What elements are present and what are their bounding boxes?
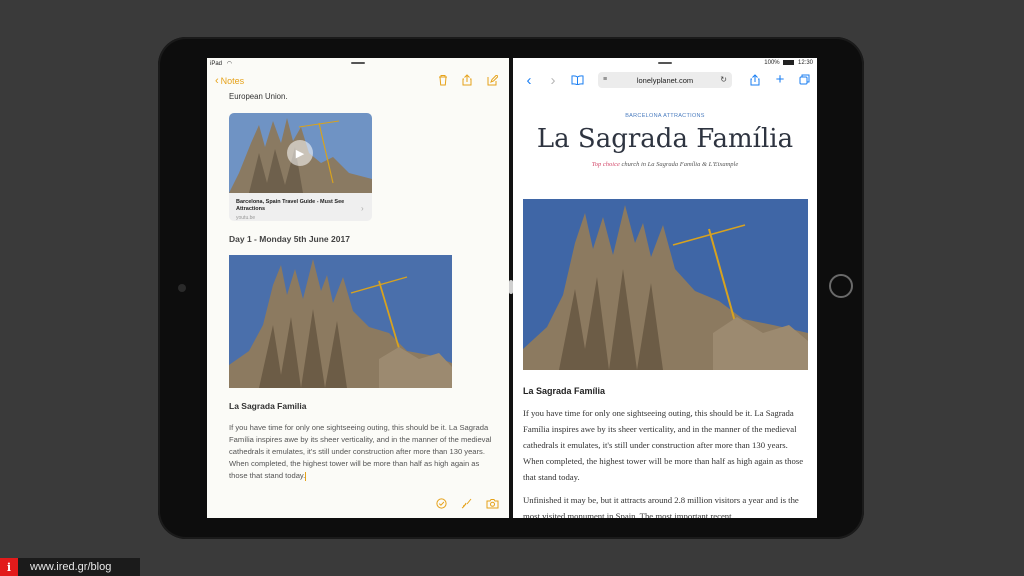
trash-icon[interactable] (437, 73, 449, 87)
battery-icon (783, 60, 795, 65)
section-heading: La Sagrada Familia (229, 401, 307, 411)
tagline-text: church in La Sagrada Família & L'Eixampl… (619, 161, 739, 168)
camera-icon[interactable] (485, 497, 499, 509)
link-card-source: youtu.be (236, 215, 256, 221)
note-intro-text: European Union. (229, 92, 288, 101)
safari-pane: 100% 12:30 ‹ › ≡ lonelyplanet.com ↻ + BA… (513, 58, 817, 518)
hero-image-sagrada-familia (523, 199, 808, 370)
forward-arrow-icon[interactable]: › (547, 72, 559, 89)
article-paragraph-2: Unfinished it may be, but it attracts ar… (523, 495, 799, 518)
tabs-overview-icon[interactable] (798, 73, 810, 85)
chevron-right-icon: › (361, 204, 364, 213)
notes-back-button[interactable]: ‹ Notes (215, 75, 244, 87)
battery-percent: 100% (764, 60, 780, 67)
compose-icon[interactable] (486, 73, 498, 87)
share-icon[interactable] (461, 73, 473, 87)
watermark-url: www.ired.gr/blog (30, 561, 112, 573)
share-icon[interactable] (749, 73, 761, 87)
ipad-screen: iPad ◠ ‹ Notes European Union. ▶ Barcelo… (207, 58, 817, 518)
text-cursor (305, 471, 307, 481)
link-card-title: Barcelona, Spain Travel Guide - Must See… (236, 199, 345, 212)
notes-back-label: Notes (220, 76, 245, 86)
article-paragraph-1: If you have time for only one sightseein… (523, 408, 804, 482)
clock-time: 12:30 (797, 60, 813, 67)
device-name: iPad (210, 61, 223, 67)
note-body-text: If you have time for only one sightseein… (229, 423, 492, 480)
article-kicker[interactable]: BARCELONA ATTRACTIONS (513, 113, 817, 119)
reload-icon[interactable]: ↻ (720, 75, 727, 84)
note-photo-sagrada-familia[interactable] (229, 255, 452, 388)
site-watermark: i www.ired.gr/blog (0, 558, 140, 576)
link-card[interactable]: ▶ Barcelona, Spain Travel Guide - Must S… (229, 113, 372, 221)
note-body[interactable]: If you have time for only one sightseein… (229, 422, 497, 482)
address-bar[interactable]: ≡ lonelyplanet.com ↻ (598, 72, 732, 88)
play-icon[interactable]: ▶ (287, 140, 313, 166)
back-arrow-icon[interactable]: ‹ (523, 72, 535, 89)
article-section-heading: La Sagrada Família (523, 386, 606, 396)
ired-logo: i (0, 558, 18, 576)
notes-pane: iPad ◠ ‹ Notes European Union. ▶ Barcelo… (207, 58, 509, 518)
status-bar-right: 100% 12:30 (764, 60, 813, 66)
url-text: lonelyplanet.com (636, 75, 694, 85)
article-tagline: Top choice church in La Sagrada Família … (513, 161, 817, 168)
status-bar-left: iPad ◠ (210, 60, 232, 67)
draw-icon[interactable] (460, 497, 472, 509)
front-camera (178, 284, 186, 292)
article-headline: La Sagrada Família (536, 124, 794, 154)
reader-icon[interactable]: ≡ (603, 76, 607, 83)
pane-grabber[interactable] (351, 62, 365, 64)
day-heading: Day 1 - Monday 5th June 2017 (229, 234, 350, 244)
home-button[interactable] (829, 274, 853, 298)
pane-grabber[interactable] (658, 62, 672, 64)
top-choice-label: Top choice (591, 161, 620, 168)
chevron-left-icon: ‹ (215, 75, 219, 87)
wifi-icon: ◠ (226, 61, 232, 67)
new-tab-icon[interactable]: + (773, 71, 787, 88)
checklist-icon[interactable] (435, 497, 447, 509)
bookmarks-icon[interactable] (570, 74, 584, 86)
